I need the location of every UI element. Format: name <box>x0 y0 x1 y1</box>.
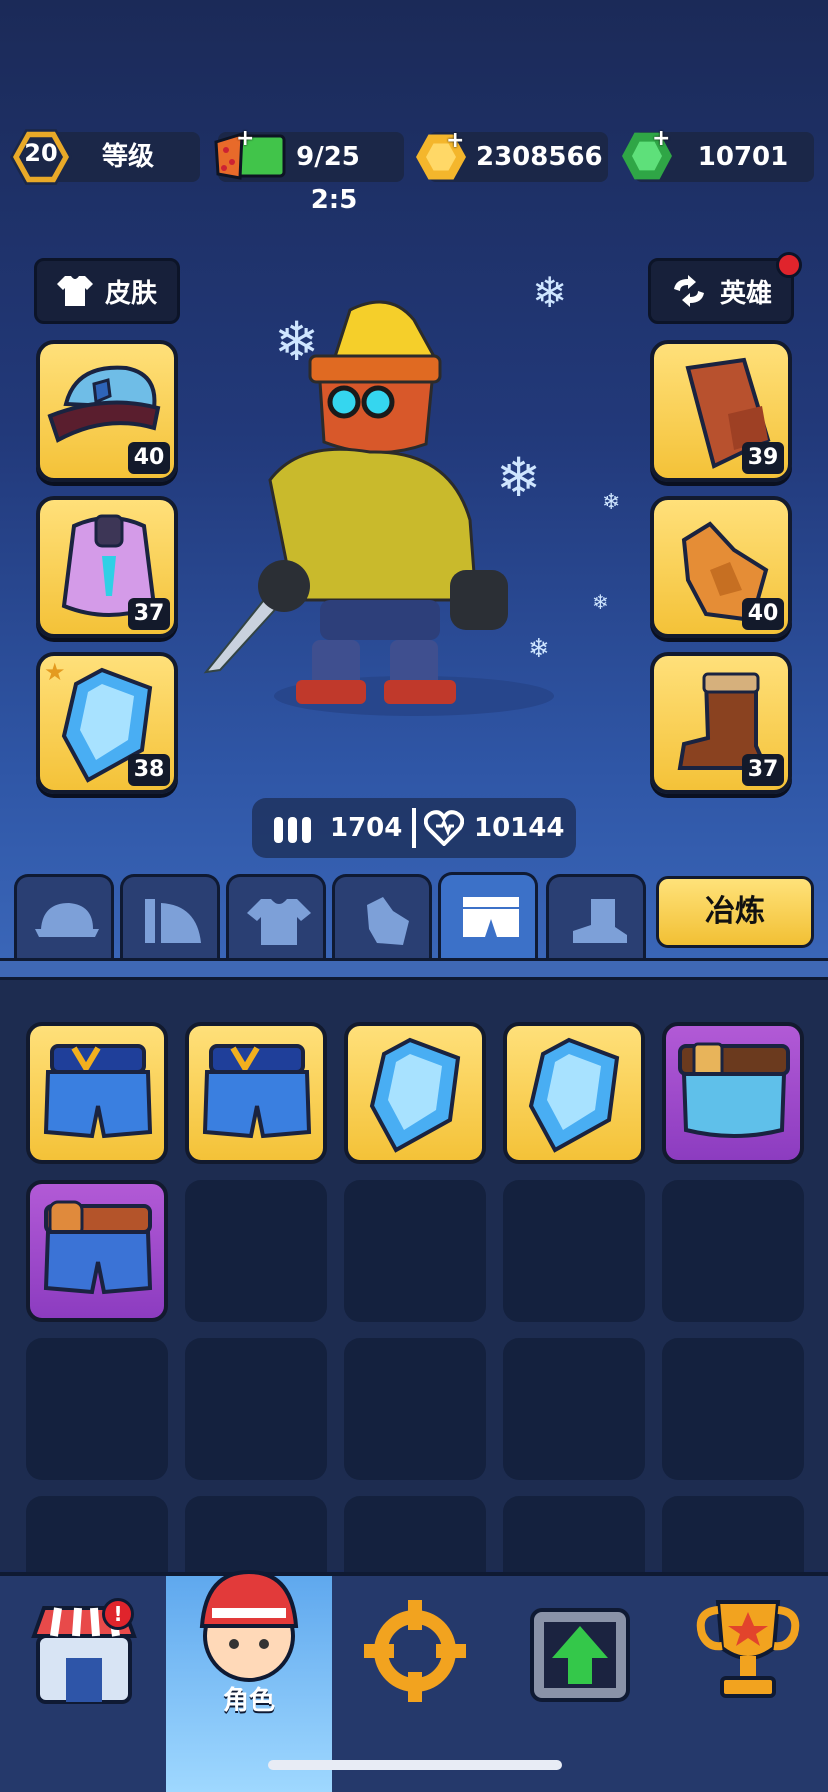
tab-pants[interactable] <box>438 872 538 962</box>
nav-character-label: 角色 <box>222 1686 275 1716</box>
inventory-empty-slot <box>503 1338 645 1480</box>
level-value: 20 <box>24 139 58 167</box>
inventory-item[interactable] <box>26 1022 168 1164</box>
tab-cape[interactable] <box>120 874 220 960</box>
tab-glove[interactable] <box>332 874 432 960</box>
nav-character[interactable] <box>186 1566 312 1692</box>
stats-divider <box>412 808 416 848</box>
refine-button[interactable]: 冶炼 <box>656 876 814 948</box>
ammo-value: 1704 <box>330 813 403 843</box>
coin-value: 2308566 <box>476 142 603 172</box>
skin-button-label: 皮肤 <box>104 278 157 309</box>
shirt-icon <box>247 899 311 945</box>
snowflake-icon: ❄ <box>592 590 609 614</box>
inventory-empty-slot <box>344 1338 486 1480</box>
equip-slot-hat[interactable]: 40 <box>36 340 178 482</box>
hero-button-label: 英雄 <box>719 278 772 309</box>
belt-shorts-icon <box>678 1042 790 1138</box>
target-icon <box>364 1600 466 1702</box>
character-icon <box>199 1569 299 1682</box>
equip-slot-glove[interactable]: 40 <box>650 496 792 638</box>
inventory-item[interactable] <box>26 1180 168 1322</box>
blue-crystal-icon <box>528 1037 620 1153</box>
inventory-empty-slot <box>662 1338 804 1480</box>
ammo-icon <box>274 817 311 843</box>
swap-icon <box>673 275 704 307</box>
police-hat-icon <box>47 365 161 443</box>
heart-icon <box>424 810 464 846</box>
tab-boots[interactable] <box>546 874 646 960</box>
equip-slot-arm[interactable]: 39 <box>650 340 792 482</box>
equip-slot-armor[interactable]: 37 <box>36 496 178 638</box>
gem-value: 10701 <box>697 142 789 172</box>
notification-dot <box>776 252 802 278</box>
inventory-item[interactable] <box>662 1022 804 1164</box>
inventory-empty-slot <box>26 1496 168 1572</box>
energy-timer: 2:5 <box>310 185 358 215</box>
inventory-empty-slot <box>185 1338 327 1480</box>
orange-belt-jeans-icon <box>43 1200 153 1295</box>
inventory-empty-slot <box>503 1180 645 1322</box>
nav-trophy[interactable] <box>692 1594 804 1706</box>
tab-hat[interactable] <box>14 874 114 960</box>
alert-badge-icon: ! <box>102 1598 134 1630</box>
slot-level: 39 <box>742 442 784 474</box>
upgrade-icon <box>530 1608 630 1702</box>
shirt-icon <box>56 276 93 306</box>
hero-character[interactable] <box>200 300 580 720</box>
energy-value: 9/25 <box>296 142 360 172</box>
pants-icon <box>463 897 519 937</box>
slot-level: 40 <box>742 598 784 630</box>
level-label: 等级 <box>101 142 154 172</box>
hat-icon <box>35 903 99 937</box>
nav-shop[interactable]: ! <box>28 1598 140 1710</box>
inventory-item[interactable] <box>185 1022 327 1164</box>
boot-icon <box>573 899 627 943</box>
slot-level: 37 <box>128 598 170 630</box>
glove-icon <box>367 897 409 945</box>
nav-upgrade[interactable] <box>526 1600 634 1708</box>
health-value: 10144 <box>474 813 565 843</box>
blue-shorts-icon <box>202 1044 312 1139</box>
slot-level: 40 <box>128 442 170 474</box>
nav-battle[interactable] <box>360 1596 470 1706</box>
inventory-empty-slot <box>185 1496 327 1572</box>
blue-shorts-icon <box>43 1044 153 1139</box>
equip-slot-boots[interactable]: 37 <box>650 652 792 794</box>
tab-shirt[interactable] <box>226 874 326 960</box>
snowflake-icon: ❄ <box>602 490 621 515</box>
inventory-empty-slot <box>185 1180 327 1322</box>
inventory-empty-slot <box>662 1180 804 1322</box>
skin-button[interactable]: 皮肤 <box>34 258 180 324</box>
hero-stats: 1704 10144 <box>252 798 576 858</box>
inventory-empty-slot <box>26 1338 168 1480</box>
equip-slot-crystal[interactable]: ★ 38 <box>36 652 178 794</box>
blue-crystal-icon <box>369 1037 461 1153</box>
inventory-empty-slot <box>344 1496 486 1572</box>
hero-button[interactable]: 英雄 <box>648 258 794 324</box>
slot-level: 37 <box>742 754 784 786</box>
inventory-item[interactable] <box>503 1022 645 1164</box>
inventory-item[interactable] <box>344 1022 486 1164</box>
home-indicator[interactable] <box>268 1760 562 1770</box>
slot-level: 38 <box>128 754 170 786</box>
inventory-empty-slot <box>662 1496 804 1572</box>
tab-strip <box>0 958 828 980</box>
trophy-icon <box>696 1600 800 1698</box>
inventory-empty-slot <box>503 1496 645 1572</box>
cape-icon <box>145 899 201 943</box>
inventory-empty-slot <box>344 1180 486 1322</box>
